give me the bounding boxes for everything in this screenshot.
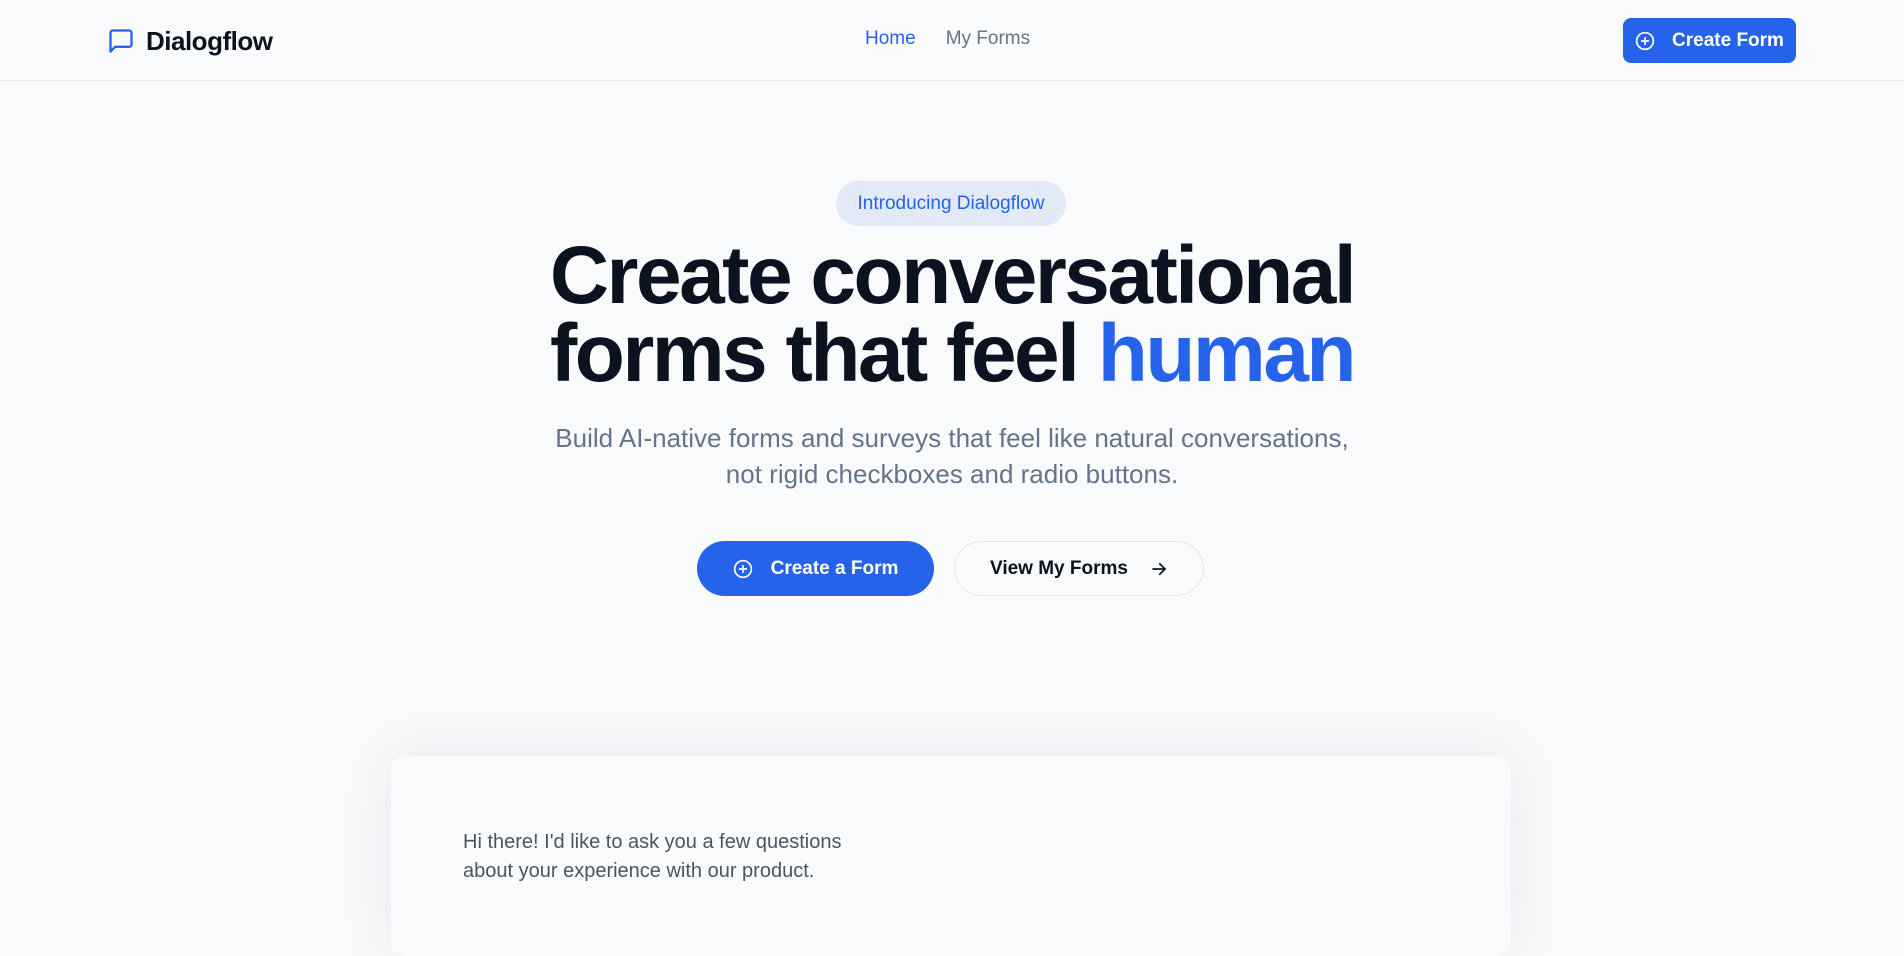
conversation-preview-card: Hi there! I'd like to ask you a few ques…	[391, 756, 1511, 956]
plus-circle-icon	[733, 559, 753, 579]
top-navbar: Dialogflow Home My Forms Create Form	[0, 0, 1904, 81]
message-square-icon	[107, 27, 135, 55]
create-form-button-label: Create Form	[1672, 29, 1784, 51]
headline-accent-word: human	[1097, 308, 1357, 399]
create-form-button[interactable]: Create Form	[1623, 18, 1796, 63]
brand-name: Dialogflow	[146, 25, 273, 56]
subtitle-line-2: not rigid checkboxes and radio buttons.	[725, 459, 1179, 489]
main-nav: Home My Forms	[865, 28, 1030, 50]
hero-headline: Create conversational forms that feel hu…	[352, 235, 1552, 395]
bot-message-line-2: about your experience with our product.	[463, 860, 815, 882]
hero-subtitle: Build AI-native forms and surveys that f…	[452, 420, 1452, 492]
bot-message: Hi there! I'd like to ask you a few ques…	[463, 828, 903, 886]
intro-badge: Introducing Dialogflow	[836, 181, 1066, 226]
view-my-forms-button[interactable]: View My Forms	[954, 541, 1204, 596]
nav-link-my-forms[interactable]: My Forms	[946, 28, 1030, 50]
plus-circle-icon	[1635, 31, 1655, 51]
view-my-forms-label: View My Forms	[990, 557, 1128, 579]
brand-logo[interactable]: Dialogflow	[107, 24, 273, 58]
create-a-form-label: Create a Form	[770, 557, 899, 579]
bot-message-line-1: Hi there! I'd like to ask you a few ques…	[463, 831, 842, 853]
headline-line-2: forms that feel	[549, 308, 1098, 399]
arrow-right-icon	[1150, 560, 1168, 578]
nav-link-home[interactable]: Home	[865, 28, 916, 50]
subtitle-line-1: Build AI-native forms and surveys that f…	[555, 423, 1349, 453]
create-a-form-button[interactable]: Create a Form	[697, 541, 934, 596]
